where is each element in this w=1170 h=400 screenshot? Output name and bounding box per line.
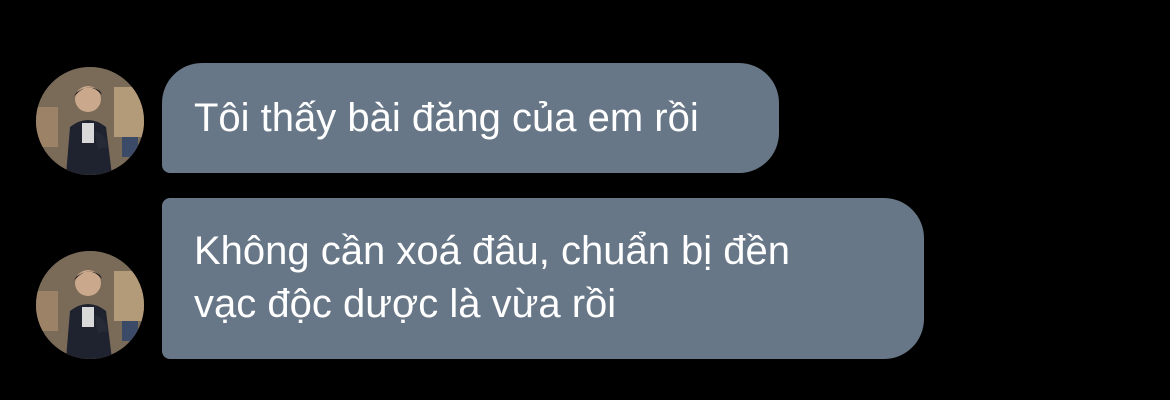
message-bubble-incoming[interactable]: Không cần xoá đâu, chuẩn bị đền vạc độc … (162, 198, 924, 359)
avatar[interactable] (36, 251, 144, 359)
message-text: Tôi thấy bài đăng của em rồi (194, 95, 699, 140)
message-text: Không cần xoá đâu, chuẩn bị đền vạc độc … (194, 228, 791, 326)
person-photo-icon (36, 67, 144, 175)
message-bubble-incoming[interactable]: Tôi thấy bài đăng của em rồi (162, 63, 779, 173)
person-photo-icon (36, 251, 144, 359)
avatar[interactable] (36, 67, 144, 175)
